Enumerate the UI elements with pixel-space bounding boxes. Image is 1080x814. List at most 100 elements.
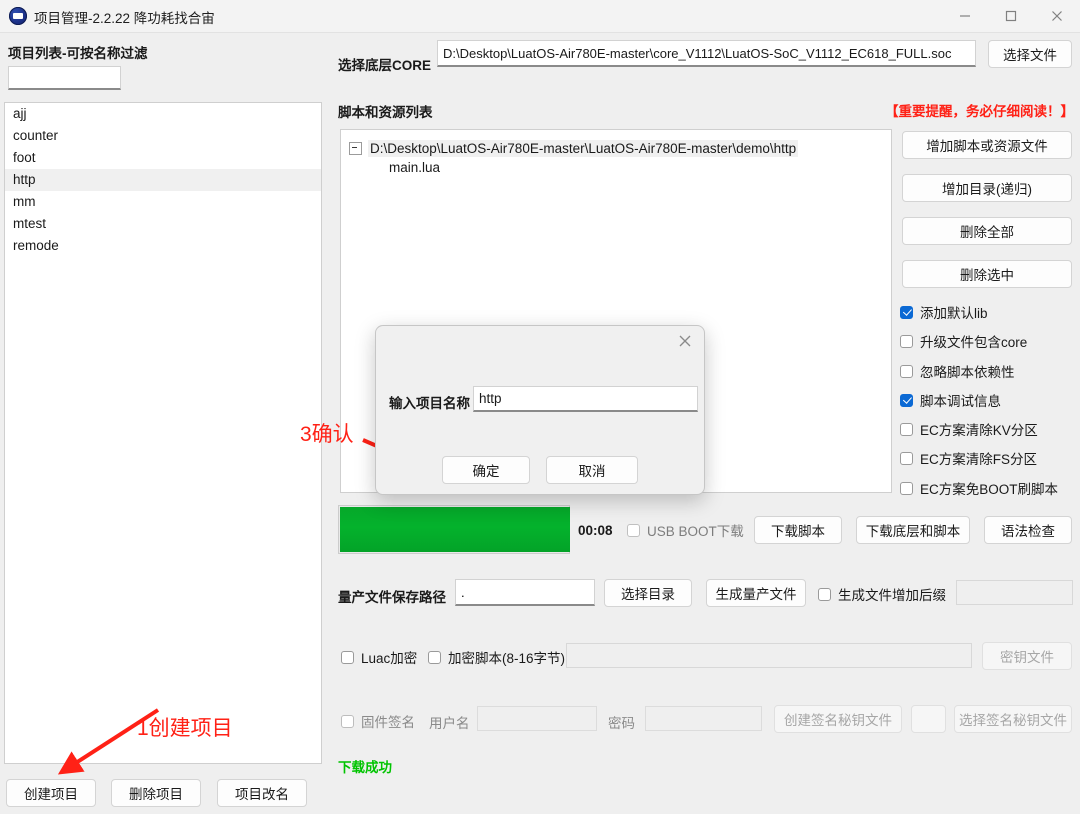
app-logo-icon xyxy=(9,7,27,25)
project-list[interactable]: ajj counter foot http mm mtest remode xyxy=(4,102,322,764)
list-item[interactable]: foot xyxy=(5,147,321,169)
project-button-1[interactable]: 删除项目 xyxy=(111,779,201,807)
choose-file-button[interactable]: 选择文件 xyxy=(988,40,1072,68)
maximize-icon xyxy=(1005,10,1017,22)
download-button-1[interactable]: 下载底层和脚本 xyxy=(856,516,970,544)
script-option-checkbox-3[interactable] xyxy=(900,393,913,407)
window-titlebar: 项目管理-2.2.22 降功耗找合宙 xyxy=(0,0,1080,33)
important-warning-text: 【重要提醒，务必仔细阅读！】 xyxy=(885,104,1074,119)
script-button-1[interactable]: 增加目录(递归) xyxy=(902,174,1072,202)
firmware-signature-checkbox[interactable] xyxy=(341,714,354,728)
script-option-label-2: 忽略脚本依赖性 xyxy=(920,365,1015,380)
list-item[interactable]: mm xyxy=(5,191,321,213)
suffix-checkbox-row[interactable]: 生成文件增加后缀 xyxy=(818,585,946,603)
choose-directory-button[interactable]: 选择目录 xyxy=(604,579,692,607)
download-progress-bar xyxy=(338,505,570,554)
tree-root-label: D:\Desktop\LuatOS-Air780E-master\LuatOS-… xyxy=(368,139,799,157)
list-item[interactable]: remode xyxy=(5,235,321,257)
script-option-label-0: 添加默认lib xyxy=(920,306,988,321)
list-item[interactable]: ajj xyxy=(5,103,321,125)
list-item[interactable]: counter xyxy=(5,125,321,147)
maximize-button[interactable] xyxy=(988,0,1034,32)
progress-fill xyxy=(340,507,570,552)
annotation-step-1: 1创建项目 xyxy=(137,717,233,740)
script-option-row-6[interactable]: EC方案免BOOT刷脚本 xyxy=(900,478,1058,498)
usb-boot-checkbox-row[interactable]: USB BOOT下载 xyxy=(627,521,744,539)
close-icon xyxy=(1052,11,1062,21)
script-encrypt-checkbox[interactable] xyxy=(428,650,441,664)
dialog-field-label: 输入项目名称 xyxy=(389,396,470,411)
list-item[interactable]: http xyxy=(5,169,321,191)
annotation-step-3: 3确认 xyxy=(300,423,354,446)
script-option-checkbox-6[interactable] xyxy=(900,481,913,495)
key-file-button[interactable]: 密钥文件 xyxy=(982,642,1072,670)
script-list-label: 脚本和资源列表 xyxy=(338,105,433,120)
status-message: 下载成功 xyxy=(338,760,392,775)
suffix-label: 生成文件增加后缀 xyxy=(838,588,946,603)
suffix-input[interactable] xyxy=(956,580,1073,605)
luac-encrypt-row[interactable]: Luac加密 xyxy=(341,648,417,666)
select-signature-key-button[interactable]: 选择签名秘钥文件 xyxy=(954,705,1072,733)
script-button-2[interactable]: 删除全部 xyxy=(902,217,1072,245)
script-button-0[interactable]: 增加脚本或资源文件 xyxy=(902,131,1072,159)
download-button-2[interactable]: 语法检查 xyxy=(984,516,1072,544)
script-option-row-5[interactable]: EC方案清除FS分区 xyxy=(900,448,1037,468)
tree-child-label[interactable]: main.lua xyxy=(389,160,440,175)
project-button-2[interactable]: 项目改名 xyxy=(217,779,307,807)
script-option-label-6: EC方案免BOOT刷脚本 xyxy=(920,482,1059,497)
script-option-row-0[interactable]: 添加默认lib xyxy=(900,302,988,322)
close-icon xyxy=(679,335,691,347)
luac-encrypt-label: Luac加密 xyxy=(361,651,418,666)
firmware-signature-row[interactable]: 固件签名 xyxy=(341,712,415,730)
minimize-button[interactable] xyxy=(942,0,988,32)
script-option-checkbox-4[interactable] xyxy=(900,422,913,436)
project-name-input[interactable] xyxy=(473,386,698,412)
project-filter-input[interactable] xyxy=(8,66,121,90)
script-option-checkbox-0[interactable] xyxy=(900,305,913,319)
usb-boot-checkbox[interactable] xyxy=(627,523,640,537)
project-button-0[interactable]: 创建项目 xyxy=(6,779,96,807)
project-action-buttons: 创建项目 删除项目 项目改名 xyxy=(6,779,326,807)
script-option-checkbox-1[interactable] xyxy=(900,334,913,348)
script-option-row-1[interactable]: 升级文件包含core xyxy=(900,331,1027,351)
script-option-checkbox-5[interactable] xyxy=(900,451,913,465)
dialog-close-button[interactable] xyxy=(670,328,700,354)
script-button-3[interactable]: 删除选中 xyxy=(902,260,1072,288)
mass-production-path-input[interactable] xyxy=(455,579,595,606)
core-label: 选择底层CORE xyxy=(338,58,432,73)
dialog-ok-button[interactable]: 确定 xyxy=(442,456,530,484)
minimize-icon xyxy=(960,15,970,17)
usb-boot-label: USB BOOT下载 xyxy=(647,524,744,539)
create-signature-key-button[interactable]: 创建签名秘钥文件 xyxy=(774,705,902,733)
dialog-cancel-button[interactable]: 取消 xyxy=(546,456,638,484)
list-item[interactable]: mtest xyxy=(5,213,321,235)
username-input[interactable] xyxy=(477,706,597,731)
tree-root-row[interactable]: D:\Desktop\LuatOS-Air780E-master\LuatOS-… xyxy=(349,138,799,158)
script-option-label-1: 升级文件包含core xyxy=(920,335,1028,350)
signature-key-field[interactable] xyxy=(911,705,946,733)
collapse-toggle-icon[interactable] xyxy=(349,141,362,155)
script-option-row-4[interactable]: EC方案清除KV分区 xyxy=(900,419,1038,439)
script-option-row-2[interactable]: 忽略脚本依赖性 xyxy=(900,361,1015,381)
luac-encrypt-checkbox[interactable] xyxy=(341,650,354,664)
elapsed-timer: 00:08 xyxy=(578,523,613,538)
firmware-signature-label: 固件签名 xyxy=(361,715,415,730)
create-project-dialog: 输入项目名称 确定 取消 xyxy=(375,325,705,495)
generate-mass-production-button[interactable]: 生成量产文件 xyxy=(706,579,806,607)
script-encrypt-row[interactable]: 加密脚本(8-16字节) xyxy=(428,648,565,666)
script-option-label-4: EC方案清除KV分区 xyxy=(920,423,1038,438)
password-label: 密码 xyxy=(608,716,635,731)
mass-production-path-label: 量产文件保存路径 xyxy=(338,590,446,605)
encryption-key-input[interactable] xyxy=(566,643,972,668)
script-option-row-3[interactable]: 脚本调试信息 xyxy=(900,390,1001,410)
password-input[interactable] xyxy=(645,706,762,731)
script-option-label-5: EC方案清除FS分区 xyxy=(920,452,1038,467)
window-title: 项目管理-2.2.22 降功耗找合宙 xyxy=(34,11,215,26)
username-label: 用户名 xyxy=(429,716,470,731)
script-option-checkbox-2[interactable] xyxy=(900,364,913,378)
core-path-input[interactable] xyxy=(437,40,976,67)
download-button-0[interactable]: 下载脚本 xyxy=(754,516,842,544)
close-button[interactable] xyxy=(1034,0,1080,32)
suffix-checkbox[interactable] xyxy=(818,587,831,601)
project-list-heading: 项目列表-可按名称过滤 xyxy=(8,46,148,61)
